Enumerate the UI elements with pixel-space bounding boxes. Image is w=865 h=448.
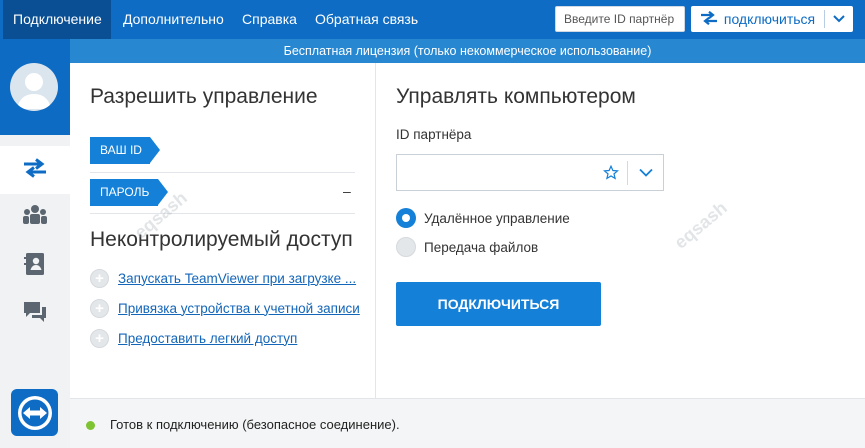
menu-feedback[interactable]: Обратная связь bbox=[305, 0, 428, 39]
sidebar-item-chat[interactable] bbox=[0, 290, 70, 338]
header-connect-split-button: подключиться bbox=[691, 6, 853, 32]
radio-unselected-icon[interactable] bbox=[396, 237, 416, 257]
partner-id-input[interactable] bbox=[397, 155, 597, 190]
radio-label: Передача файлов bbox=[424, 239, 539, 255]
radio-remote-control[interactable]: Удалённое управление bbox=[396, 208, 570, 228]
chevron-down-icon[interactable] bbox=[825, 6, 853, 32]
sidebar-item-remote-control[interactable] bbox=[0, 146, 70, 194]
status-text: Готов к подключению (безопасное соединен… bbox=[110, 417, 400, 432]
sidebar-item-meeting[interactable] bbox=[0, 194, 70, 242]
top-menu-bar: Подключение Дополнительно Справка Обратн… bbox=[0, 0, 865, 39]
menu-help[interactable]: Справка bbox=[232, 0, 307, 39]
allow-control-panel: Разрешить управление ВАШ ID ПАРОЛЬ – Нек… bbox=[70, 63, 376, 398]
unattended-link-assign-account[interactable]: + Привязка устройства к учетной записи bbox=[90, 297, 360, 319]
menu-connection[interactable]: Подключение bbox=[3, 0, 111, 39]
partner-id-label: ID партнёра bbox=[396, 127, 472, 142]
license-banner: Бесплатная лицензия (только некоммерческ… bbox=[70, 39, 865, 63]
partner-id-combobox bbox=[396, 154, 664, 191]
radio-file-transfer[interactable]: Передача файлов bbox=[396, 237, 538, 257]
meeting-people-icon bbox=[22, 204, 48, 233]
link-label[interactable]: Привязка устройства к учетной записи bbox=[118, 301, 360, 316]
control-remote-title: Управлять компьютером bbox=[396, 85, 636, 108]
unattended-access-title: Неконтролируемый доступ bbox=[90, 228, 353, 251]
status-indicator-dot bbox=[86, 421, 95, 430]
avatar[interactable] bbox=[10, 63, 58, 111]
watermark-text: eqsash bbox=[670, 197, 731, 253]
chevron-down-icon[interactable] bbox=[629, 155, 663, 190]
sidebar bbox=[0, 39, 70, 448]
radio-label: Удалённое управление bbox=[424, 210, 570, 226]
link-label[interactable]: Запускать TeamViewer при загрузке ... bbox=[118, 271, 356, 286]
menu-extras[interactable]: Дополнительно bbox=[113, 0, 234, 39]
header-connect-label: подключиться bbox=[723, 11, 816, 27]
plus-circle-icon: + bbox=[90, 298, 109, 318]
sidebar-profile-area bbox=[0, 39, 70, 135]
contacts-book-icon bbox=[24, 252, 46, 281]
chat-bubbles-icon bbox=[22, 300, 48, 329]
link-label[interactable]: Предоставить легкий доступ bbox=[118, 331, 297, 346]
your-id-tag: ВАШ ID bbox=[90, 137, 160, 164]
divider bbox=[90, 213, 355, 214]
unattended-link-easy-access[interactable]: + Предоставить легкий доступ bbox=[90, 327, 297, 349]
radio-selected-icon[interactable] bbox=[396, 208, 416, 228]
combo-divider bbox=[627, 161, 628, 185]
unattended-link-startup[interactable]: + Запускать TeamViewer при загрузке ... bbox=[90, 267, 356, 289]
status-bar: Готов к подключению (безопасное соединен… bbox=[70, 398, 865, 448]
star-icon[interactable] bbox=[600, 162, 622, 184]
panel-divider bbox=[375, 63, 376, 398]
allow-control-title: Разрешить управление bbox=[90, 85, 318, 108]
arrows-swap-icon bbox=[22, 157, 48, 183]
password-tag: ПАРОЛЬ bbox=[90, 179, 168, 206]
arrows-swap-icon bbox=[700, 10, 718, 28]
plus-circle-icon: + bbox=[90, 268, 109, 288]
header-connect-button[interactable]: подключиться bbox=[691, 6, 824, 32]
connect-button[interactable]: ПОДКЛЮЧИТЬСЯ bbox=[396, 282, 601, 326]
divider bbox=[90, 172, 355, 173]
plus-circle-icon: + bbox=[90, 328, 109, 348]
teamviewer-logo-icon[interactable] bbox=[11, 389, 58, 436]
sidebar-item-contacts[interactable] bbox=[0, 242, 70, 290]
password-value[interactable]: – bbox=[343, 183, 351, 199]
header-partner-id-input[interactable] bbox=[555, 6, 685, 32]
